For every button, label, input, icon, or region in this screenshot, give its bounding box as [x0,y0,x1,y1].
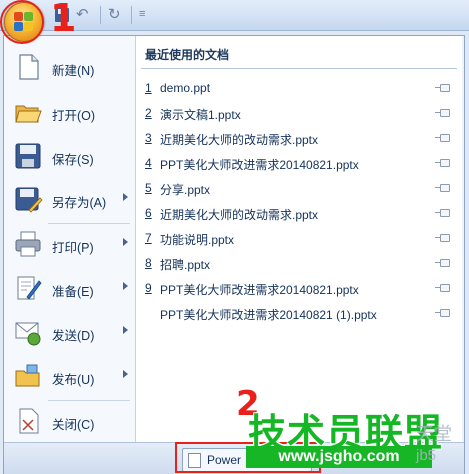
recent-item-number: 5 [145,181,152,195]
publish-icon [15,364,40,387]
recent-item[interactable]: 6 近期美化大师的改动需求.pptx [136,201,462,225]
menu-item-save[interactable]: 保存(S) [4,135,135,177]
pin-icon[interactable] [435,209,450,217]
menu-item-label: 关闭(C) [52,418,95,432]
recent-item[interactable]: 4 PPT美化大师改进需求20140821.pptx [136,151,462,175]
recent-item-name: 演示文稿1.pptx [160,108,241,122]
printer-icon [15,231,41,257]
menu-item-publish[interactable]: 发布(U) [4,355,135,397]
menu-item-label: 保存(S) [52,153,94,167]
recent-item[interactable]: 7 功能说明.pptx [136,226,462,250]
menu-item-label: 打印(P) [52,241,94,255]
save-as-icon [15,187,43,213]
recent-item-name: demo.ppt [160,81,211,95]
customize-toolbar-icon[interactable]: ≡ [139,8,145,20]
open-folder-icon [15,105,42,123]
pin-icon[interactable] [435,134,450,142]
recent-item-number: 1 [145,81,152,95]
recent-documents-pane: 最近使用的文档 1 demo.ppt 2 演示文稿1.pptx 3 近期美化大师… [136,36,462,442]
recent-item[interactable]: 8 招聘.pptx [136,251,462,275]
recent-item[interactable]: PPT美化大师改进需求20140821 (1).pptx [136,301,462,325]
close-document-icon [19,408,39,434]
recent-item-number: 8 [145,256,152,270]
recent-item-number: 6 [145,206,152,220]
recent-documents-title: 最近使用的文档 [145,48,230,62]
pin-icon[interactable] [435,284,450,292]
menu-item-label: 另存为(A) [52,196,107,210]
watermark-url: www.jsgho.com [246,446,432,468]
pin-icon[interactable] [435,234,450,242]
menu-item-label: 准备(E) [52,285,94,299]
pin-icon[interactable] [435,259,450,267]
menu-item-label: 发送(D) [52,329,95,343]
pin-icon[interactable] [435,159,450,167]
recent-item-name: PPT美化大师改进需求20140821.pptx [160,283,359,297]
redo-icon[interactable]: ↻ [108,5,121,23]
recent-item-name: 分享.pptx [160,183,211,197]
watermark-side-text: 天堂 [416,424,452,444]
menu-item-open[interactable]: 打开(O) [4,91,135,133]
send-icon [15,322,41,346]
menu-item-label: 发布(U) [52,373,95,387]
submenu-arrow-icon [123,193,128,201]
menu-item-print[interactable]: 打印(P) [4,223,135,265]
menu-item-label: 新建(N) [52,64,95,78]
submenu-arrow-icon [123,238,128,246]
toolbar-divider [131,6,132,24]
recent-item-number: 7 [145,231,152,245]
menu-item-save-as[interactable]: 另存为(A) [4,178,135,220]
title-divider [141,68,457,69]
recent-item-number: 4 [145,156,152,170]
recent-item[interactable]: 1 demo.ppt [136,76,462,100]
pin-icon[interactable] [435,109,450,117]
watermark-side-text: jb5 [416,447,437,464]
menu-item-close[interactable]: 关闭(C) [4,400,135,442]
recent-item[interactable]: 9 PPT美化大师改进需求20140821.pptx [136,276,462,300]
toolbar-divider [100,6,101,24]
recent-item-name: PPT美化大师改进需求20140821.pptx [160,158,359,172]
menu-item-prepare[interactable]: 准备(E) [4,267,135,309]
recent-item-number: 9 [145,281,152,295]
recent-item-number: 2 [145,106,152,120]
prepare-icon [17,276,42,300]
new-document-icon [19,54,39,80]
recent-item-number: 3 [145,131,152,145]
save-disk-icon [15,143,41,169]
menu-item-new[interactable]: 新建(N) [4,46,135,88]
recent-item-name: PPT美化大师改进需求20140821 (1).pptx [160,308,377,322]
pin-icon[interactable] [435,184,450,192]
recent-item[interactable]: 2 演示文稿1.pptx [136,101,462,125]
menu-item-label: 打开(O) [52,109,96,123]
recent-item[interactable]: 5 分享.pptx [136,176,462,200]
recent-item-name: 功能说明.pptx [160,233,235,247]
undo-icon[interactable]: ↶ [76,5,89,23]
recent-item[interactable]: 3 近期美化大师的改动需求.pptx [136,126,462,150]
submenu-arrow-icon [123,370,128,378]
menu-item-send[interactable]: 发送(D) [4,311,135,353]
recent-item-name: 近期美化大师的改动需求.pptx [160,208,319,222]
annotation-step-1: 1 [50,0,77,40]
recent-item-name: 招聘.pptx [160,258,211,272]
submenu-arrow-icon [123,282,128,290]
command-pane: 新建(N) 打开(O) 保存(S) 另存为(A) 打印(P) 准备(E) 发送(… [4,36,136,442]
pin-icon[interactable] [435,84,450,92]
pin-icon[interactable] [435,309,450,317]
annotation-circle [0,0,44,44]
submenu-arrow-icon [123,326,128,334]
recent-item-name: 近期美化大师的改动需求.pptx [160,133,319,147]
